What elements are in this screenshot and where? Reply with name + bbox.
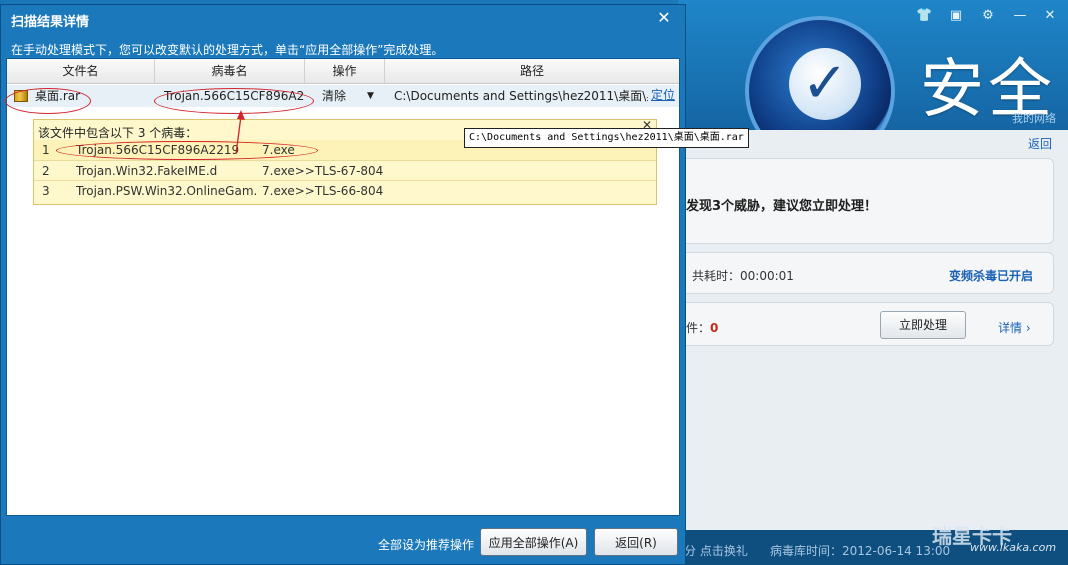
close-icon[interactable]: ✕ bbox=[1042, 8, 1058, 24]
gear-icon[interactable]: ⚙ bbox=[980, 8, 996, 24]
annotation-ellipse-filename bbox=[5, 88, 91, 114]
table-row[interactable]: 桌面.rar Trojan.566C15CF896A2... 清除 ▼ C:\D… bbox=[7, 85, 679, 107]
points-link[interactable]: 分 点击换礼 bbox=[684, 542, 748, 559]
threat-message: 发现3个威胁，建议您立即处理！ bbox=[686, 199, 878, 214]
my-network-link[interactable]: 我的网络 bbox=[1012, 110, 1056, 126]
count-card: 件：0 立即处理 详情 › bbox=[686, 302, 1054, 346]
path-tooltip: C:\Documents and Settings\hez2011\桌面\桌面.… bbox=[464, 128, 749, 148]
column-header-action[interactable]: 操作 bbox=[305, 59, 385, 83]
details-link[interactable]: 详情 › bbox=[998, 319, 1031, 336]
elapsed-time: 共耗时：00:00:01 bbox=[692, 269, 794, 283]
freq-kill-link[interactable]: 变频杀毒已开启 bbox=[949, 267, 1033, 284]
item-number: 1 bbox=[42, 143, 50, 157]
minimize-icon[interactable]: — bbox=[1012, 8, 1028, 24]
virus-db-time: 病毒库时间：2012-06-14 13:00 bbox=[770, 544, 951, 558]
apply-all-button[interactable]: 应用全部操作(A) bbox=[480, 528, 587, 556]
dialog-title: 扫描结果详情 bbox=[11, 15, 90, 30]
popup-header: 该文件中包含以下 3 个病毒： bbox=[38, 126, 198, 140]
item-file: 7.exe>>TLS-66-804 bbox=[262, 184, 384, 198]
column-header-virus[interactable]: 病毒名 bbox=[155, 59, 305, 83]
fix-now-button[interactable]: 立即处理 bbox=[880, 311, 966, 339]
close-icon[interactable]: ✕ bbox=[655, 9, 673, 27]
list-item[interactable]: 3 Trojan.PSW.Win32.OnlineGam... 7.exe>>T… bbox=[34, 180, 656, 201]
watermark-url: www.ikaka.com bbox=[970, 541, 1057, 554]
annotation-ellipse-popup bbox=[56, 141, 318, 160]
list-item[interactable]: 2 Trojan.Win32.FakeIME.d 7.exe>>TLS-67-8… bbox=[34, 160, 656, 181]
action-select[interactable]: 清除 bbox=[322, 85, 362, 107]
chevron-down-icon[interactable]: ▼ bbox=[367, 85, 377, 107]
column-header-path[interactable]: 路径 bbox=[385, 59, 679, 83]
count-label: 件：0 bbox=[686, 321, 719, 335]
recommend-all-label[interactable]: 全部设为推荐操作 bbox=[378, 536, 474, 553]
back-button[interactable]: 返回(R) bbox=[594, 528, 678, 556]
column-header-filename[interactable]: 文件名 bbox=[7, 59, 155, 83]
annotation-arrow bbox=[235, 110, 245, 155]
scan-info-card: 共耗时：00:00:01 变频杀毒已开启 bbox=[686, 252, 1054, 294]
return-link[interactable]: 返回 bbox=[1028, 135, 1052, 152]
dialog-info: 在手动处理模式下，您可以改变默认的处理方式，单击“应用全部操作”完成处理。 bbox=[11, 43, 444, 57]
item-virus-name: Trojan.Win32.FakeIME.d bbox=[76, 164, 218, 178]
item-file: 7.exe>>TLS-67-804 bbox=[262, 164, 384, 178]
menu-icon[interactable]: ▣ bbox=[948, 8, 964, 24]
checkmark-icon: ✓ bbox=[789, 48, 861, 120]
shirt-skin-icon[interactable]: 👕 bbox=[916, 8, 932, 24]
count-value: 0 bbox=[710, 321, 719, 335]
item-number: 3 bbox=[42, 184, 50, 198]
locate-link[interactable]: 定位 bbox=[651, 85, 675, 105]
results-table: 文件名 病毒名 操作 路径 桌面.rar Trojan.566C15CF896A… bbox=[6, 58, 680, 516]
item-number: 2 bbox=[42, 164, 50, 178]
row-path: C:\Documents and Settings\hez2011\桌面\桌 bbox=[394, 89, 648, 103]
item-virus-name: Trojan.PSW.Win32.OnlineGam... bbox=[76, 184, 256, 198]
threat-card: 发现3个威胁，建议您立即处理！ bbox=[686, 158, 1054, 244]
table-header: 文件名 病毒名 操作 路径 bbox=[7, 59, 679, 84]
